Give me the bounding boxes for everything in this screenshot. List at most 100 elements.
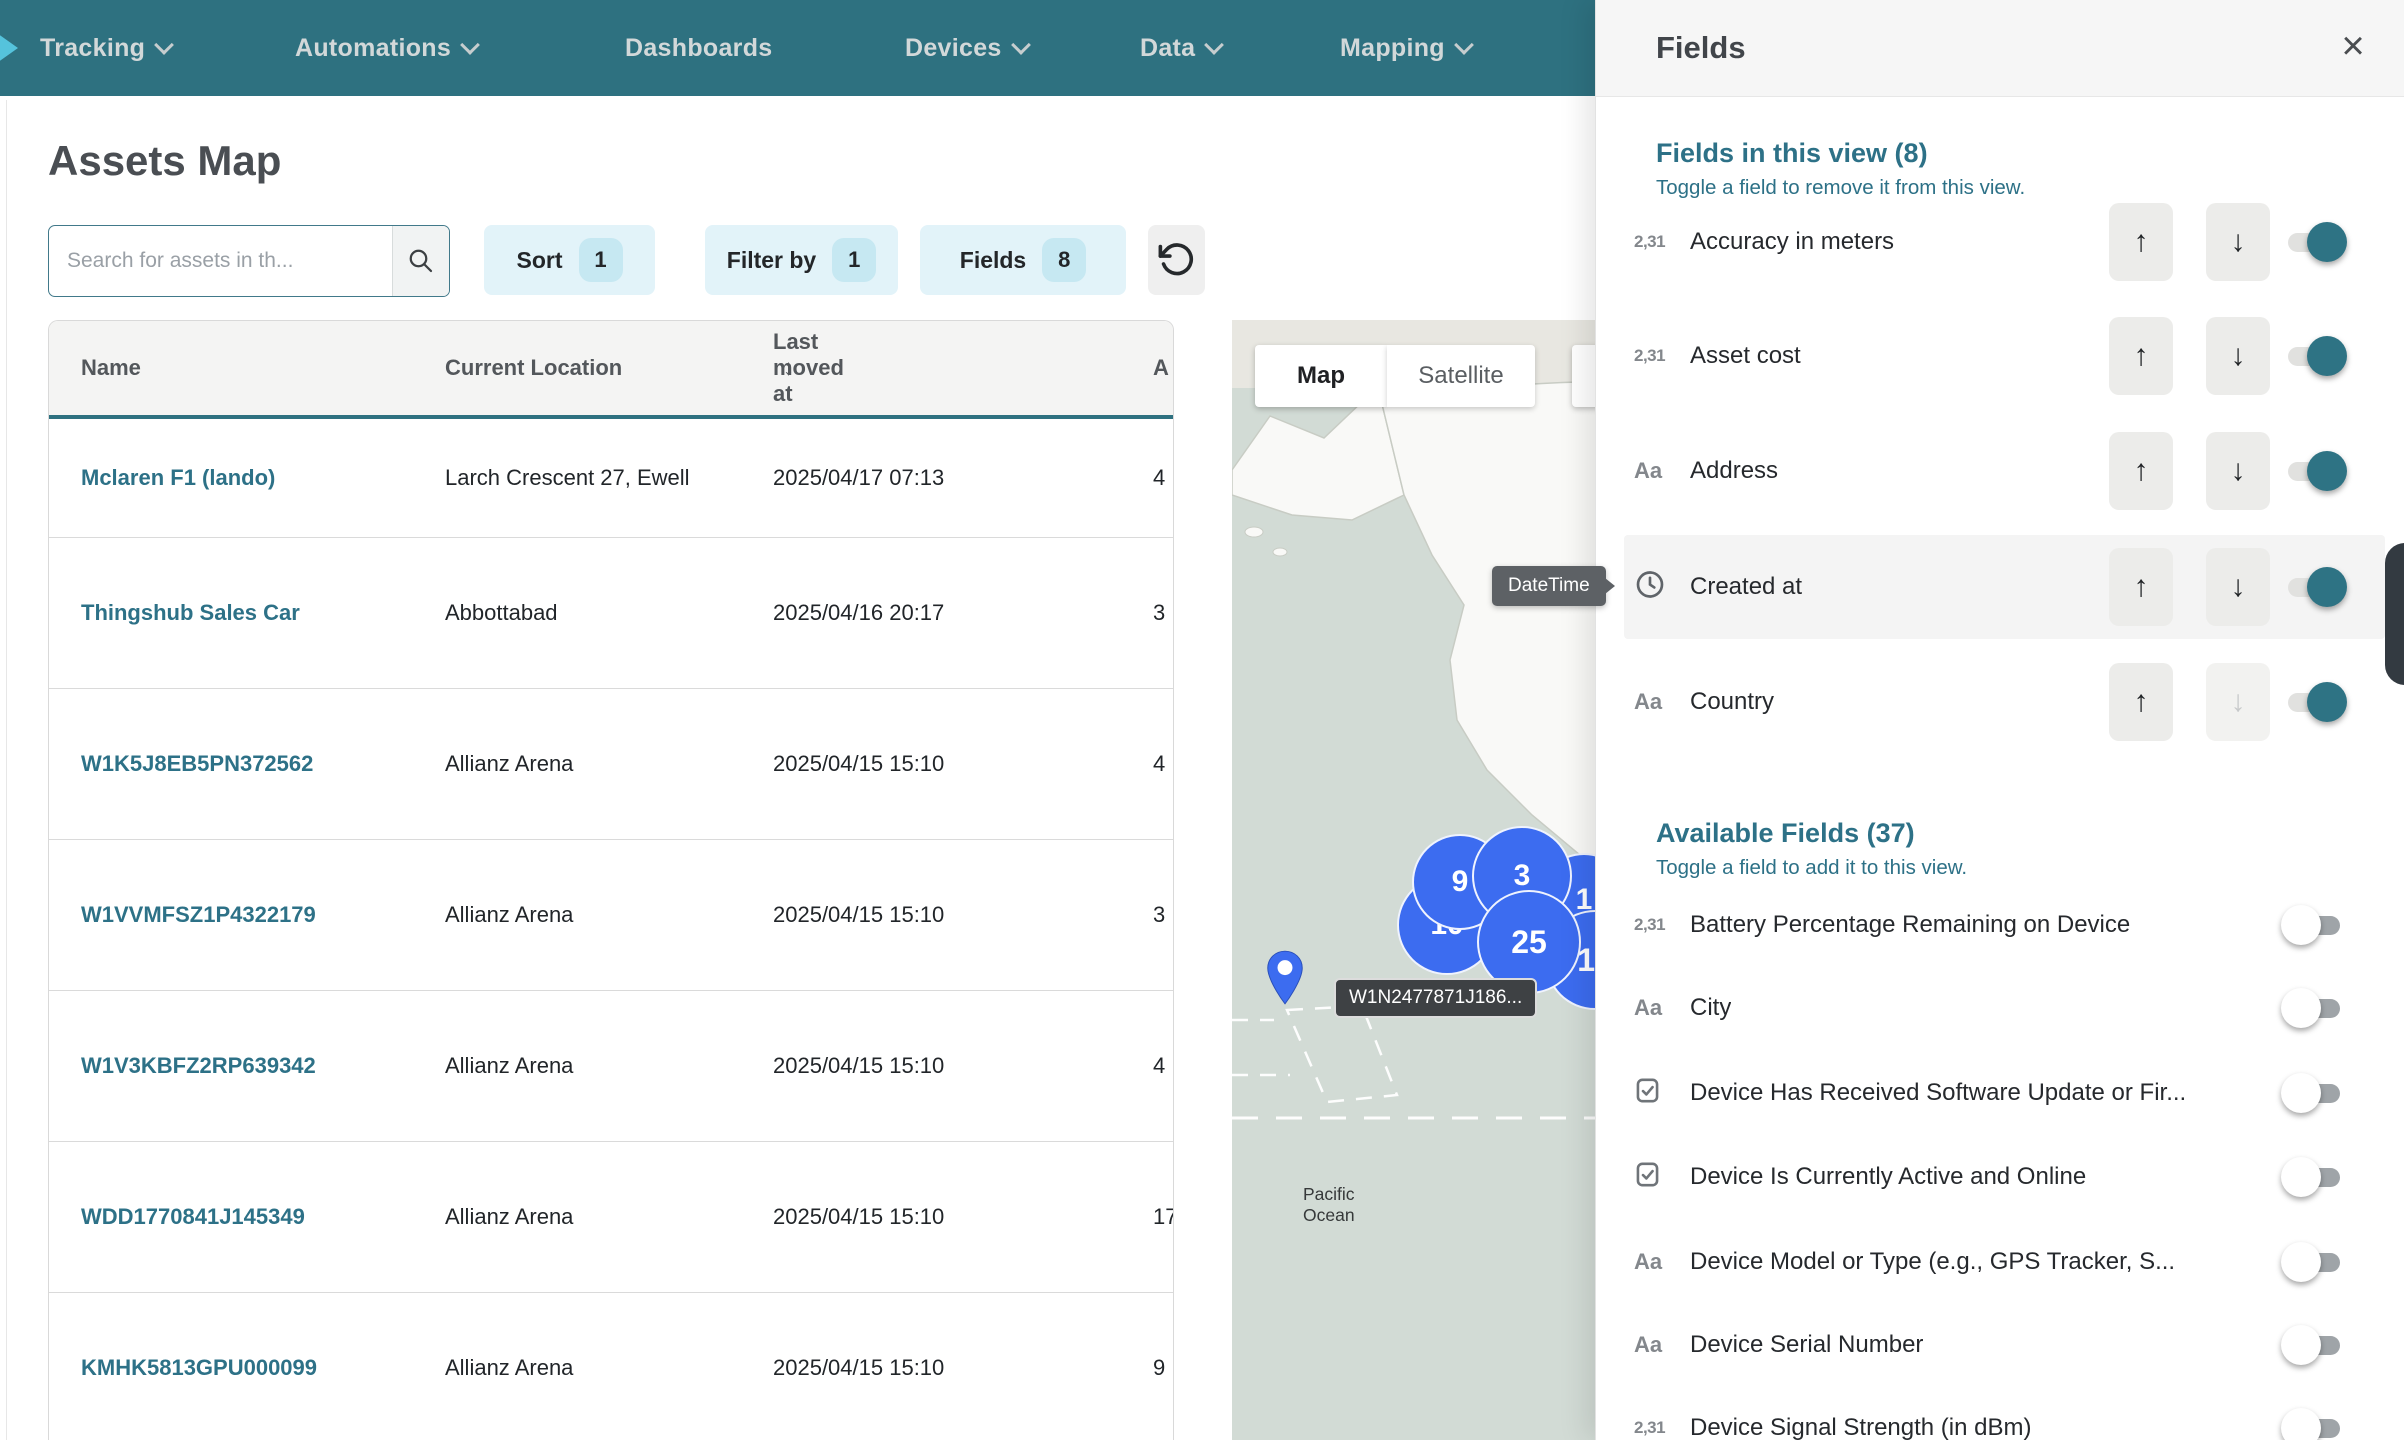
table-row[interactable]: W1K5J8EB5PN372562 Allianz Arena 2025/04/… xyxy=(49,689,1173,840)
move-up-button[interactable]: ↑ xyxy=(2109,317,2173,395)
fields-button[interactable]: Fields 8 xyxy=(920,225,1126,295)
asset-last-moved: 2025/04/15 15:10 xyxy=(773,902,944,928)
chevron-down-icon xyxy=(1011,35,1031,55)
col-header-extra[interactable]: A xyxy=(1153,355,1169,381)
right-edge-drawer-handle[interactable] xyxy=(2385,543,2404,685)
col-header-name[interactable]: Name xyxy=(81,355,141,381)
in-view-heading: Fields in this view (8) xyxy=(1656,138,1928,169)
field-toggle[interactable] xyxy=(2281,1155,2343,1199)
asset-name-link[interactable]: Thingshub Sales Car xyxy=(81,600,300,626)
table-header-row: Name Current Location Last moved at↓ A xyxy=(49,321,1173,419)
map-type-map-button[interactable]: Map xyxy=(1255,345,1387,407)
datetime-tooltip: DateTime xyxy=(1492,566,1606,606)
field-toggle[interactable] xyxy=(2285,220,2347,264)
table-row[interactable]: W1VVMFSZ1P4322179 Allianz Arena 2025/04/… xyxy=(49,840,1173,991)
table-row[interactable]: W1V3KBFZ2RP639342 Allianz Arena 2025/04/… xyxy=(49,991,1173,1142)
field-toggle[interactable] xyxy=(2281,903,2343,947)
text-type-icon: Aa xyxy=(1634,995,1684,1021)
nav-item-dashboards[interactable]: Dashboards xyxy=(625,0,772,96)
asset-extra: 4 xyxy=(1153,465,1165,491)
map-pin[interactable] xyxy=(1262,948,1308,1013)
nav-item-automations[interactable]: Automations xyxy=(295,0,477,96)
asset-last-moved: 2025/04/15 15:10 xyxy=(773,751,944,777)
search-button[interactable] xyxy=(392,226,449,296)
move-down-button-disabled: ↓ xyxy=(2206,663,2270,741)
asset-extra: 4 xyxy=(1153,1053,1165,1079)
field-label: Device Has Received Software Update or F… xyxy=(1690,1079,2186,1107)
move-up-button[interactable]: ↑ xyxy=(2109,663,2173,741)
field-toggle[interactable] xyxy=(2281,1323,2343,1367)
number-type-icon: 2,31 xyxy=(1634,232,1684,252)
field-toggle[interactable] xyxy=(2281,986,2343,1030)
available-heading: Available Fields (37) xyxy=(1656,818,1915,849)
filter-button[interactable]: Filter by 1 xyxy=(705,225,898,295)
page-title: Assets Map xyxy=(48,137,281,185)
asset-name-link[interactable]: W1V3KBFZ2RP639342 xyxy=(81,1053,316,1079)
asset-name-link[interactable]: WDD1770841J145349 xyxy=(81,1204,305,1230)
field-label: Battery Percentage Remaining on Device xyxy=(1690,911,2130,939)
available-subtext: Toggle a field to add it to this view. xyxy=(1656,856,1967,880)
clock-icon xyxy=(1634,569,1684,606)
sort-button[interactable]: Sort 1 xyxy=(484,225,655,295)
asset-name-link[interactable]: W1K5J8EB5PN372562 xyxy=(81,751,313,777)
available-row-device-model: Aa Device Model or Type (e.g., GPS Track… xyxy=(1624,1221,2385,1303)
asset-location: Larch Crescent 27, Ewell xyxy=(445,465,690,491)
toggle-knob xyxy=(2307,567,2347,607)
field-toggle[interactable] xyxy=(2285,680,2347,724)
chevron-down-icon xyxy=(1204,35,1224,55)
nav-item-devices[interactable]: Devices xyxy=(905,0,1028,96)
table-row[interactable]: KMHK5813GPU000099 Allianz Arena 2025/04/… xyxy=(49,1293,1173,1440)
nav-item-mapping[interactable]: Mapping xyxy=(1340,0,1471,96)
nav-item-data[interactable]: Data xyxy=(1140,0,1221,96)
move-up-button[interactable]: ↑ xyxy=(2109,203,2173,281)
asset-name-link[interactable]: KMHK5813GPU000099 xyxy=(81,1355,317,1381)
field-label: Accuracy in meters xyxy=(1690,228,1894,256)
close-icon[interactable]: × xyxy=(2327,20,2379,72)
field-toggle[interactable] xyxy=(2281,1406,2343,1440)
asset-name-link[interactable]: W1VVMFSZ1P4322179 xyxy=(81,902,316,928)
available-row-city: Aa City xyxy=(1624,967,2385,1049)
field-label: Device Model or Type (e.g., GPS Tracker,… xyxy=(1690,1248,2175,1276)
toggle-knob xyxy=(2307,682,2347,722)
move-down-button[interactable]: ↓ xyxy=(2206,432,2270,510)
field-toggle[interactable] xyxy=(2285,565,2347,609)
field-toggle[interactable] xyxy=(2281,1071,2343,1115)
field-row-address: Aa Address ↑ ↓ xyxy=(1624,419,2385,523)
nav-item-tracking[interactable]: Tracking xyxy=(40,0,171,96)
map-type-satellite-button[interactable]: Satellite xyxy=(1387,345,1535,407)
move-down-button[interactable]: ↓ xyxy=(2206,548,2270,626)
search-input[interactable] xyxy=(49,226,392,296)
asset-location: Allianz Arena xyxy=(445,1204,573,1230)
refresh-button[interactable] xyxy=(1148,225,1205,295)
sort-label: Sort xyxy=(517,247,563,274)
text-type-icon: Aa xyxy=(1634,689,1684,715)
move-down-button[interactable]: ↓ xyxy=(2206,203,2270,281)
toggle-knob xyxy=(2281,1408,2321,1440)
table-row[interactable]: Thingshub Sales Car Abbottabad 2025/04/1… xyxy=(49,538,1173,689)
fields-panel: Fields × Fields in this view (8) Toggle … xyxy=(1595,0,2404,1440)
field-toggle[interactable] xyxy=(2285,334,2347,378)
table-row[interactable]: WDD1770841J145349 Allianz Arena 2025/04/… xyxy=(49,1142,1173,1293)
move-up-button[interactable]: ↑ xyxy=(2109,548,2173,626)
asset-last-moved: 2025/04/16 20:17 xyxy=(773,600,944,626)
filter-label: Filter by xyxy=(727,247,816,274)
toggle-knob xyxy=(2281,1325,2321,1365)
move-down-button[interactable]: ↓ xyxy=(2206,317,2270,395)
available-row-battery: 2,31 Battery Percentage Remaining on Dev… xyxy=(1624,884,2385,966)
field-toggle[interactable] xyxy=(2285,449,2347,493)
nav-label: Data xyxy=(1140,34,1195,63)
field-label: Device Serial Number xyxy=(1690,1331,1923,1359)
table-row[interactable]: Mclaren F1 (lando) Larch Crescent 27, Ew… xyxy=(49,419,1173,538)
asset-name-link[interactable]: Mclaren F1 (lando) xyxy=(81,465,275,491)
text-type-icon: Aa xyxy=(1634,458,1684,484)
field-toggle[interactable] xyxy=(2281,1240,2343,1284)
asset-location: Abbottabad xyxy=(445,600,558,626)
nav-collapse-arrow-icon xyxy=(0,31,18,65)
field-label: Device Is Currently Active and Online xyxy=(1690,1163,2086,1191)
col-header-location[interactable]: Current Location xyxy=(445,355,622,381)
field-label: Created at xyxy=(1690,573,1802,601)
move-up-button[interactable]: ↑ xyxy=(2109,432,2173,510)
field-label: Device Signal Strength (in dBm) xyxy=(1690,1414,2031,1440)
toggle-knob xyxy=(2281,905,2321,945)
asset-location: Allianz Arena xyxy=(445,1355,573,1381)
